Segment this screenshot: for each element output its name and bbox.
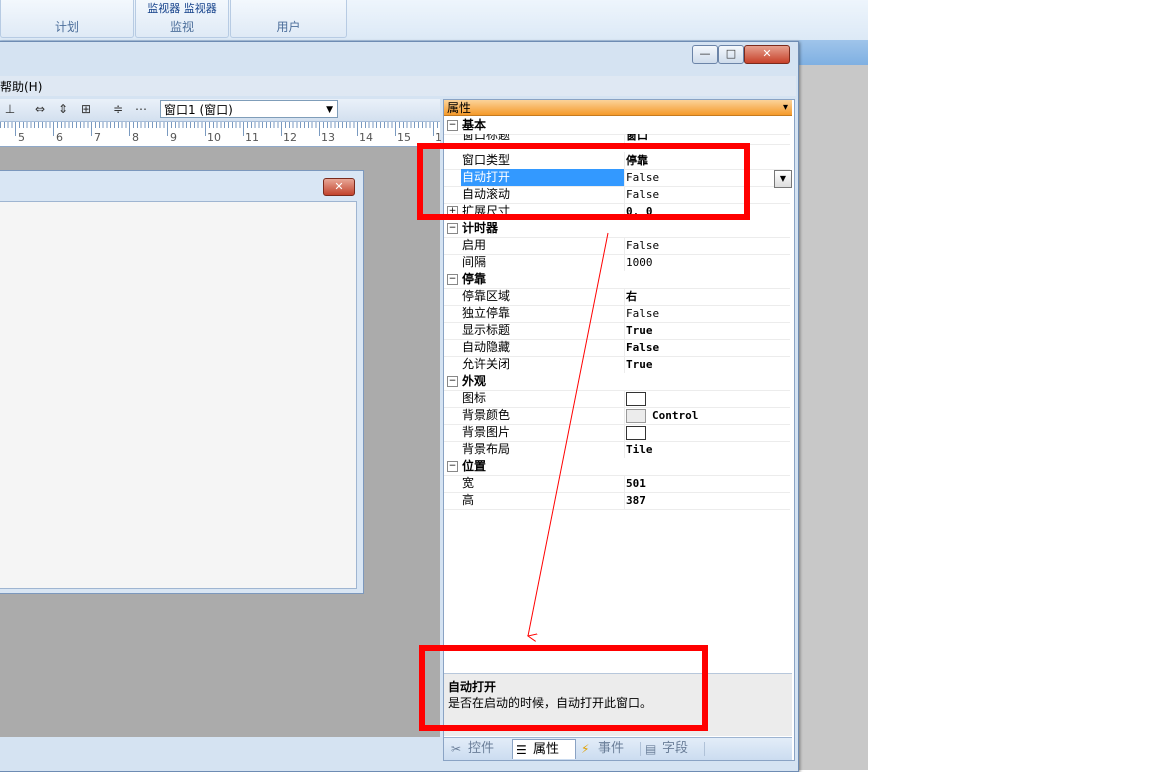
designer-toolbar: ⊥ ⇔ ⇕ ⊞ ≑ ⋯ 窗口1 (窗口) ▼ (0, 99, 440, 122)
ribbon-group-plan[interactable]: 计划 (0, 0, 134, 38)
color-swatch (626, 409, 646, 423)
image-placeholder-icon (626, 426, 646, 440)
tab-events[interactable]: ⚡ 事件 (578, 739, 640, 759)
form-close-button[interactable]: ✕ (323, 178, 355, 196)
ruler-tick-label: 6 (56, 131, 63, 144)
ruler-tick-label: 5 (18, 131, 25, 144)
close-button[interactable]: ✕ (744, 45, 790, 64)
collapse-icon[interactable]: − (447, 120, 458, 131)
ruler-tick-label: 11 (245, 131, 259, 144)
annotation-box-description (419, 645, 708, 731)
category-appearance[interactable]: − 外观 (444, 373, 790, 391)
ribbon-monitor-buttons[interactable]: 监视器 监视器 (136, 0, 228, 16)
category-dock[interactable]: − 停靠 (444, 271, 790, 289)
ribbon-group-caption: 监视 (169, 20, 194, 34)
table-icon: ▤ (645, 742, 657, 756)
properties-title: 属性 (447, 101, 472, 115)
ruler-tick-label: 9 (170, 131, 177, 144)
same-height-icon[interactable]: ⇕ (55, 102, 71, 117)
property-row[interactable]: 自动隐藏 False (444, 339, 790, 357)
window-select-value: 窗口1 (窗口) (164, 103, 233, 117)
property-row[interactable]: 启用 False (444, 237, 790, 255)
ruler-tick-label: 12 (283, 131, 297, 144)
menu-bar: 帮助(H) (0, 76, 796, 96)
collapse-icon[interactable]: − (447, 274, 458, 285)
ribbon: 计划 监视器 监视器 监视 用户 (0, 0, 868, 41)
properties-icon: ☰ (516, 743, 527, 757)
category-basic[interactable]: − 基本 (444, 117, 790, 135)
property-row[interactable]: 显示标题 True (444, 322, 790, 340)
category-position[interactable]: − 位置 (444, 458, 790, 476)
window-select[interactable]: 窗口1 (窗口) ▼ (160, 100, 338, 118)
ribbon-group-monitor[interactable]: 监视器 监视器 监视 (135, 0, 229, 38)
panel-tabs: ✂ 控件 ☰ 属性 ⚡ 事件 ▤ 字段 (444, 737, 792, 760)
form-client-area[interactable] (0, 201, 357, 589)
ruler: 5 6 7 8 9 10 11 12 13 14 15 1( (0, 122, 446, 147)
lightning-icon: ⚡ (581, 742, 590, 756)
chevron-down-icon: ▼ (326, 105, 333, 115)
ribbon-group-caption: 用户 (276, 20, 301, 34)
ribbon-group-caption: 计划 (54, 20, 79, 34)
ruler-tick-label: 13 (321, 131, 335, 144)
image-placeholder-icon (626, 392, 646, 406)
category-timer[interactable]: − 计时器 (444, 220, 790, 238)
property-row[interactable]: 高 387 (444, 492, 790, 510)
ruler-tick-label: 15 (397, 131, 411, 144)
annotation-box-auto-open (417, 143, 750, 220)
ruler-tick-label: 14 (359, 131, 373, 144)
pin-icon[interactable]: ▾ (783, 100, 788, 116)
ruler-tick-label: 10 (207, 131, 221, 144)
property-row[interactable]: 允许关闭 True (444, 356, 790, 374)
ruler-tick-label: 8 (132, 131, 139, 144)
property-row[interactable]: 背景图片 (444, 424, 790, 442)
minimize-button[interactable]: — (692, 45, 718, 64)
design-form-window[interactable] (0, 170, 364, 594)
align-bottom-icon[interactable]: ⊥ (2, 102, 18, 117)
restore-button[interactable]: □ (718, 45, 744, 64)
tab-properties[interactable]: ☰ 属性 (512, 739, 576, 759)
properties-title-bar: 属性 ▾ (444, 100, 792, 116)
ribbon-group-user[interactable]: 用户 (230, 0, 347, 38)
property-row[interactable]: 宽 501 (444, 475, 790, 493)
property-row[interactable]: 独立停靠 False (444, 305, 790, 323)
background-titlebar-strip (799, 40, 868, 65)
property-row[interactable]: 背景布局 Tile (444, 441, 790, 459)
ruler-tick-label: 7 (94, 131, 101, 144)
tab-controls[interactable]: ✂ 控件 (448, 739, 510, 759)
horizontal-spacing-icon[interactable]: ⋯ (133, 102, 149, 117)
collapse-icon[interactable]: − (447, 461, 458, 472)
tools-icon: ✂ (451, 742, 462, 756)
menu-help[interactable]: 帮助(H) (0, 78, 42, 95)
property-row[interactable]: 间隔 1000 (444, 254, 790, 272)
desktop-background (799, 40, 868, 770)
property-row[interactable]: 图标 (444, 390, 790, 408)
property-row[interactable]: 背景颜色 Control (444, 407, 790, 425)
same-width-icon[interactable]: ⇔ (32, 102, 48, 117)
vertical-spacing-icon[interactable]: ≑ (110, 102, 126, 117)
tab-fields[interactable]: ▤ 字段 (642, 739, 704, 759)
property-row[interactable]: 停靠区域 右 (444, 288, 790, 306)
dropdown-button[interactable]: ▼ (774, 170, 792, 188)
same-size-icon[interactable]: ⊞ (78, 102, 94, 117)
collapse-icon[interactable]: − (447, 376, 458, 387)
collapse-icon[interactable]: − (447, 223, 458, 234)
